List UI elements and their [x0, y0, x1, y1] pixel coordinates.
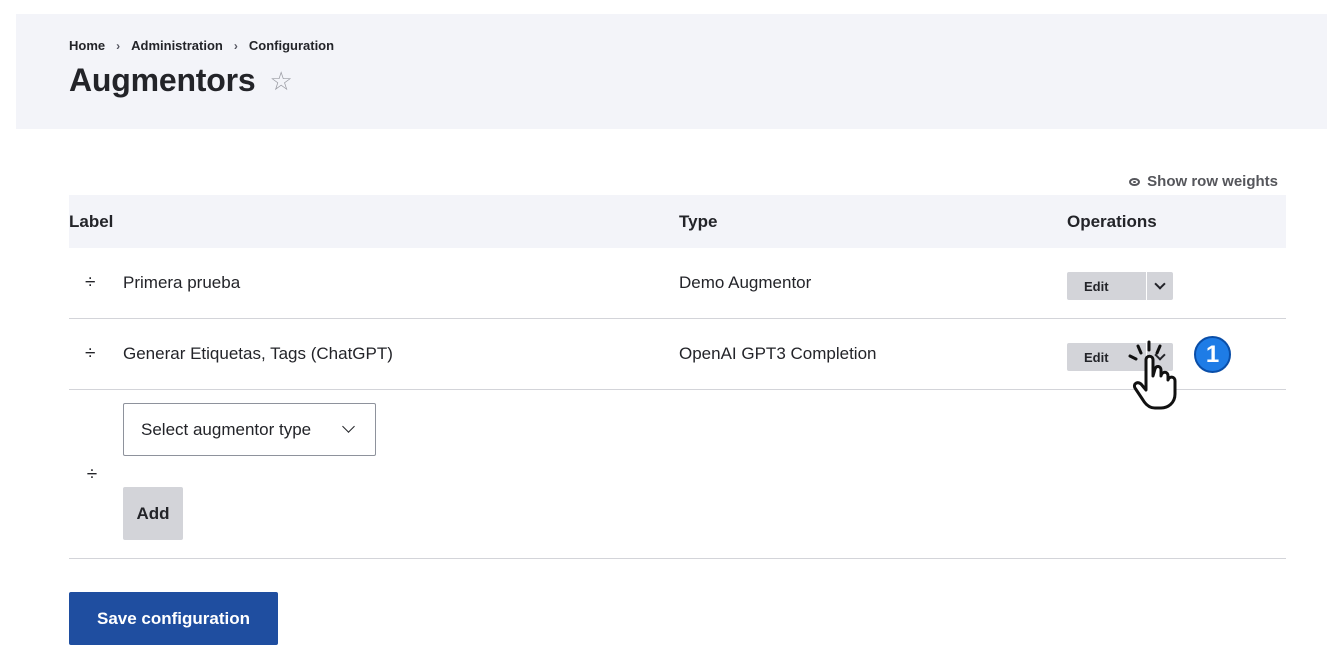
row-type: OpenAI GPT3 Completion	[679, 344, 877, 363]
breadcrumb-separator-icon: ›	[116, 38, 121, 53]
hand-pointer-cursor-icon	[1120, 336, 1190, 415]
step-badge: 1	[1194, 336, 1231, 373]
row-type: Demo Augmentor	[679, 273, 812, 292]
page-frame: Home › Administration › Configuration Au…	[16, 14, 1327, 666]
breadcrumb-configuration[interactable]: Configuration	[249, 38, 334, 53]
column-header-operations: Operations	[1067, 211, 1157, 231]
add-button[interactable]: Add	[123, 487, 183, 540]
row-label: Generar Etiquetas, Tags (ChatGPT)	[123, 344, 393, 363]
page-title: Augmentors	[69, 62, 256, 98]
eye-icon	[1129, 177, 1141, 186]
column-header-type: Type	[679, 211, 718, 231]
chevron-down-icon	[342, 420, 355, 433]
breadcrumb: Home › Administration › Configuration	[69, 38, 334, 53]
breadcrumb-administration[interactable]: Administration	[131, 38, 223, 53]
augmentors-table: Label Type Operations ÷ Primera prueba D…	[69, 195, 1286, 559]
page-header: Home › Administration › Configuration Au…	[16, 14, 1327, 129]
row-label: Primera prueba	[123, 273, 241, 292]
title-row: Augmentors ☆	[69, 62, 293, 99]
chevron-down-icon	[1154, 278, 1166, 290]
show-row-weights-label: Show row weights	[1147, 173, 1278, 190]
drag-handle-icon[interactable]: ÷	[85, 248, 99, 318]
augmentor-type-select[interactable]: Select augmentor type	[123, 403, 376, 456]
column-header-label: Label	[69, 211, 114, 231]
show-row-weights-button[interactable]: Show row weights	[1129, 173, 1278, 190]
new-augmentor-row: ÷ Select augmentor type Add	[69, 390, 1286, 559]
operations-dropbutton: Edit	[1067, 272, 1173, 300]
table-row: ÷ Generar Etiquetas, Tags (ChatGPT) Open…	[69, 319, 1286, 390]
operations-toggle-button[interactable]	[1146, 272, 1173, 300]
table-header: Label Type Operations	[69, 195, 1286, 248]
drag-handle-icon[interactable]: ÷	[85, 319, 99, 389]
augmentor-type-select-value: Select augmentor type	[141, 419, 312, 439]
edit-button[interactable]: Edit	[1067, 272, 1146, 300]
star-outline-icon[interactable]: ☆	[269, 68, 292, 94]
breadcrumb-home[interactable]: Home	[69, 38, 105, 53]
save-configuration-button[interactable]: Save configuration	[69, 592, 278, 645]
breadcrumb-separator-icon: ›	[233, 38, 238, 53]
drag-handle-icon[interactable]: ÷	[85, 464, 99, 486]
table-row: ÷ Primera prueba Demo Augmentor Edit	[69, 248, 1286, 319]
